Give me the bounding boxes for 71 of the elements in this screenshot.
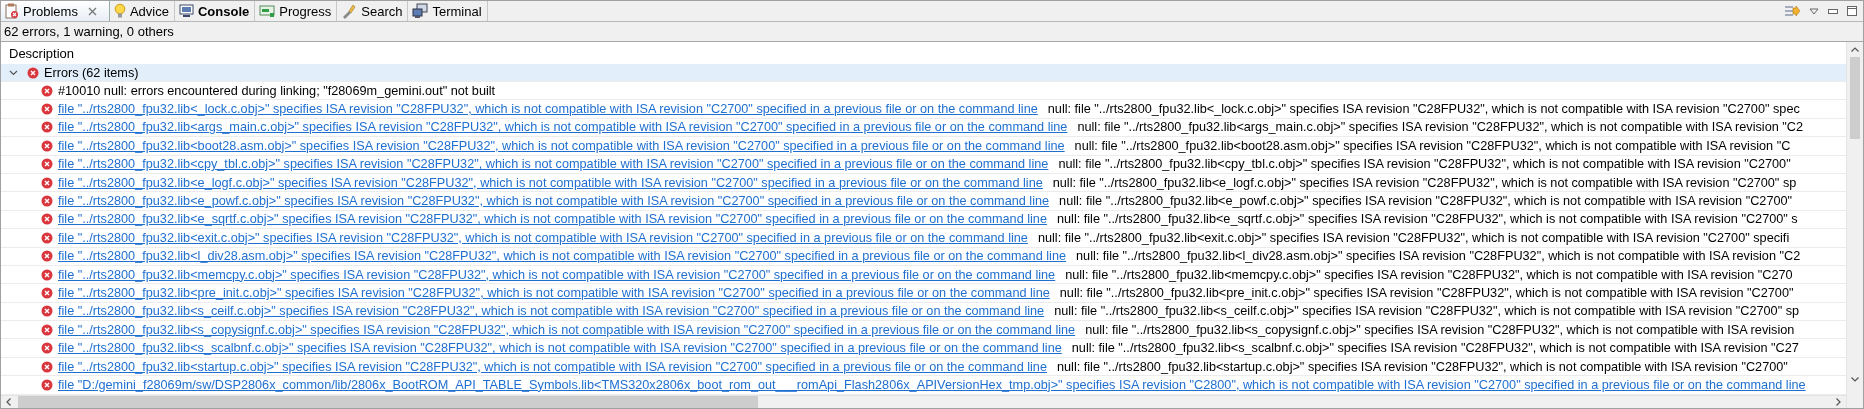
error-detail: null: file "../rts2800_fpu32.lib<s_ceilf.c.obj>" specifies ISA revision "C28FPU32", which is not compatible with ISA revision "C2700" sp xyxy=(1054,304,1800,319)
error-link[interactable]: file "../rts2800_fpu32.lib<s_ceilf.c.obj>" specifies ISA revision "C28FPU32", which is not compatible with ISA revision "C2700" specified in a previous file or on the command line xyxy=(58,304,1045,319)
error-detail: null: file "../rts2800_fpu32.lib<pre_init.c.obj>" specifies ISA revision "C28FPU32", which is not compatible with ISA revision "C2700" xyxy=(1059,286,1794,300)
error-detail: null: file "../rts2800_fpu32.lib<e_sqrtf.c.obj>" specifies ISA revision "C28FPU32", which is not compatible with ISA revision "C2700" s xyxy=(1056,212,1798,227)
error-icon xyxy=(27,66,39,79)
minimize-icon[interactable] xyxy=(1828,8,1838,14)
error-link[interactable]: file "../rts2800_fpu32.lib<e_powf.c.obj>" specifies ISA revision "C28FPU32", which is not compatible with ISA revision "C2700" specified in a previous file or on the command line xyxy=(58,194,1050,209)
error-detail: null: file "../rts2800_fpu32.lib<l_div28.asm.obj>" specifies ISA revision "C28FPU32", which is not compatible with ISA revision "C2 xyxy=(1076,249,1801,264)
error-icon xyxy=(41,360,53,373)
error-icon xyxy=(41,378,53,391)
lightbulb-icon xyxy=(113,3,126,19)
error-icon xyxy=(41,250,53,263)
scroll-thumb[interactable] xyxy=(18,395,758,408)
error-link[interactable]: file "D:/gemini_f28069m/sw/DSP2806x_common/lib/2806x_BootROM_API_TABLE_Symbols.lib<TMS320x2806x_boot_rom_out___romApi_Flash2806x_APIVersionHex_tmp.obj>" specifies ISA revision "C2800", which is not compatible with ISA revision "C2700" specified in a previous file or on the command line xyxy=(58,377,1806,392)
error-icon xyxy=(41,121,53,134)
error-detail: null: file "../rts2800_fpu32.lib<s_scalbnf.c.obj>" specifies ISA revision "C28FPU32", which is not compatible with ISA revision "C27 xyxy=(1071,341,1799,356)
error-link[interactable]: file "../rts2800_fpu32.lib<args_main.c.obj>" specifies ISA revision "C28FPU32", which is not compatible with ISA revision "C2700" specified in a previous file or on the command line xyxy=(58,120,1068,135)
scroll-thumb[interactable] xyxy=(1850,57,1860,139)
error-link[interactable]: file "../rts2800_fpu32.lib<l_div28.asm.obj>" specifies ISA revision "C28FPU32", which is not compatible with ISA revision "C2700" specified in a previous file or on the command line xyxy=(58,249,1066,264)
error-detail: null: file "../rts2800_fpu32.lib<_lock.c.obj>" specifies ISA revision "C28FPU32", which is not compatible with ISA revision "C2700" spec xyxy=(1047,102,1800,117)
error-icon xyxy=(41,305,53,318)
error-icon xyxy=(41,213,53,226)
error-link[interactable]: file "../rts2800_fpu32.lib<boot28.asm.obj>" specifies ISA revision "C28FPU32", which is not compatible with ISA revision "C2700" specified in a previous file or on the command line xyxy=(58,138,1065,153)
error-link[interactable]: file "../rts2800_fpu32.lib<s_copysignf.c.obj>" specifies ISA revision "C28FPU32", which is not compatible with ISA revision "C2700" specified in a previous file or on the command line xyxy=(58,322,1076,337)
error-link[interactable]: file "../rts2800_fpu32.lib<_lock.c.obj>" specifies ISA revision "C28FPU32", which is not compatible with ISA revision "C2700" specified in a previous file or on the command line xyxy=(58,102,1038,117)
error-icon xyxy=(41,342,53,355)
error-link[interactable]: file "../rts2800_fpu32.lib<exit.c.obj>" specifies ISA revision "C28FPU32", which is not compatible with ISA revision "C2700" specified in a previous file or on the command line xyxy=(58,230,1028,245)
error-icon xyxy=(41,176,53,189)
close-icon[interactable] xyxy=(87,6,97,16)
error-link[interactable]: file "../rts2800_fpu32.lib<memcpy.c.obj>" specifies ISA revision "C28FPU32", which is not compatible with ISA revision "C2700" specified in a previous file or on the command line xyxy=(58,267,1056,282)
error-icon xyxy=(41,84,53,97)
error-link[interactable]: file "../rts2800_fpu32.lib<cpy_tbl.c.obj>" specifies ISA revision "C28FPU32", which is not compatible with ISA revision "C2700" specified in a previous file or on the command line xyxy=(58,157,1049,172)
error-link[interactable]: file "../rts2800_fpu32.lib<e_logf.c.obj>" specifies ISA revision "C28FPU32", which is not compatible with ISA revision "C2700" specified in a previous file or on the command line xyxy=(58,175,1043,190)
tree-group-row[interactable]: Errors (62 items) xyxy=(1,64,1846,82)
error-link[interactable]: file "../rts2800_fpu32.lib<s_scalbnf.c.obj>" specifies ISA revision "C28FPU32", which is not compatible with ISA revision "C2700" specified in a previous file or on the command line xyxy=(58,341,1062,356)
error-link[interactable]: file "../rts2800_fpu32.lib<startup.c.obj>" specifies ISA revision "C28FPU32", which is not compatible with ISA revision "C2700" specified in a previous file or on the command line xyxy=(58,359,1047,374)
error-detail: null: file "../rts2800_fpu32.lib<e_powf.c.obj>" specifies ISA revision "C28FPU32", which is not compatible with ISA revision "C2700" xyxy=(1059,194,1793,209)
scroll-left-icon[interactable] xyxy=(4,396,14,407)
error-icon xyxy=(41,231,53,244)
computer-icon xyxy=(412,3,429,19)
error-icon xyxy=(41,103,53,116)
error-detail: null: file "../rts2800_fpu32.lib<exit.c.obj>" specifies ISA revision "C28FPU32", which is not compatible with ISA revision "C2700" specifi xyxy=(1037,230,1790,245)
error-message: #10010 null: errors encountered during linking; "f28069m_gemini.out" not built xyxy=(58,83,496,98)
view-tab[interactable]: Problems xyxy=(1,1,110,21)
error-icon xyxy=(41,268,53,281)
error-detail: null: file "../rts2800_fpu32.lib<s_copysignf.c.obj>" specifies ISA revision "C28FPU32", which is not compatible with ISA revision xyxy=(1085,322,1795,337)
problem-summary: 62 errors, 1 warning, 0 others xyxy=(4,24,174,39)
column-header[interactable]: Description xyxy=(9,45,75,61)
error-icon xyxy=(41,195,53,208)
error-icon xyxy=(41,158,53,171)
error-icon xyxy=(41,139,53,152)
error-detail: null: file "../rts2800_fpu32.lib<memcpy.c.obj>" specifies ISA revision "C28FPU32", which is not compatible with ISA revision "C270 xyxy=(1065,267,1793,282)
scroll-down-icon[interactable] xyxy=(1850,374,1860,384)
error-icon xyxy=(41,287,53,299)
error-detail: null: file "../rts2800_fpu32.lib<boot28.asm.obj>" specifies ISA revision "C28FPU32", which is not compatible with ISA revision "C xyxy=(1074,138,1791,153)
error-detail: null: file "../rts2800_fpu32.lib<args_main.c.obj>" specifies ISA revision "C28FPU32", which is not compatible with ISA revision "C2 xyxy=(1077,120,1804,135)
flashlight-icon xyxy=(341,3,358,19)
vertical-scrollbar[interactable] xyxy=(1846,42,1863,408)
scroll-right-icon[interactable] xyxy=(1833,396,1843,407)
view-menu-icon[interactable] xyxy=(1809,7,1819,15)
error-icon xyxy=(41,323,53,336)
monitor-icon xyxy=(178,4,194,18)
error-detail: null: file "../rts2800_fpu32.lib<e_logf.c.obj>" specifies ISA revision "C28FPU32", which is not compatible with ISA revision "C2700" sp xyxy=(1052,175,1797,190)
error-link[interactable]: file "../rts2800_fpu32.lib<e_sqrtf.c.obj>" specifies ISA revision "C28FPU32", which is not compatible with ISA revision "C2700" specified in a previous file or on the command line xyxy=(58,212,1047,227)
error-link[interactable]: file "../rts2800_fpu32.lib<pre_init.c.obj>" specifies ISA revision "C28FPU32", which is not compatible with ISA revision "C2700" specified in a previous file or on the command line xyxy=(58,286,1050,300)
clipboard-icon xyxy=(5,3,19,19)
chevron-down-icon[interactable] xyxy=(9,69,18,76)
progress-icon xyxy=(259,4,276,18)
error-detail: null: file "../rts2800_fpu32.lib<cpy_tbl.c.obj>" specifies ISA revision "C28FPU32", which is not compatible with ISA revision "C2700" xyxy=(1058,157,1791,172)
maximize-icon[interactable] xyxy=(1847,6,1857,16)
error-detail: null: file "../rts2800_fpu32.lib<startup.c.obj>" specifies ISA revision "C28FPU32", which is not compatible with ISA revision "C2700" xyxy=(1056,359,1788,374)
